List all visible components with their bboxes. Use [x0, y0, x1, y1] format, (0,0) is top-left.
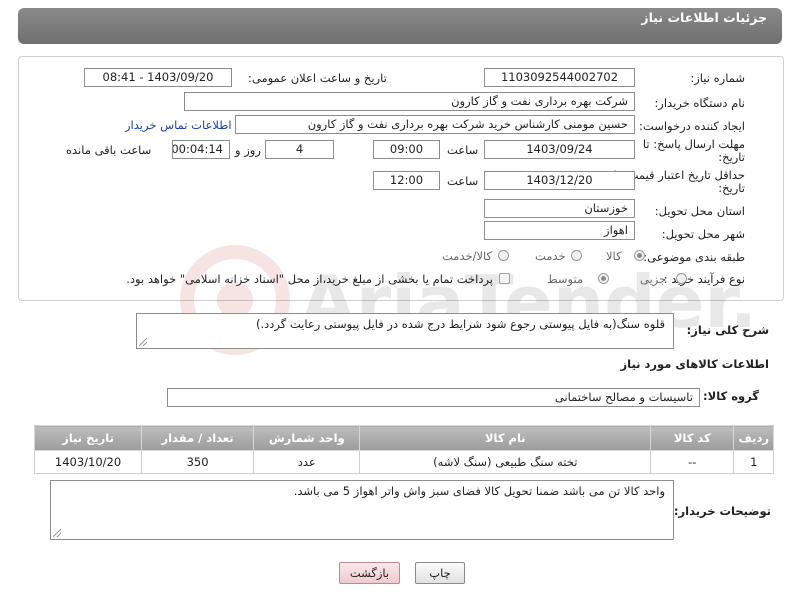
validity-time-field: 12:00	[373, 171, 440, 190]
process-medium-radio[interactable]	[598, 273, 609, 284]
time-remaining-label: ساعت باقی مانده	[66, 143, 152, 157]
treasury-payment-note: پرداخت تمام یا بخشی از مبلغ خرید،از محل …	[126, 272, 493, 286]
description-text: قلوه سنگ(به فایل پیوستی رجوع شود شرایط د…	[255, 317, 665, 331]
buyer-notes-text: واحد کالا تن می باشد ضمنا تحویل کالا فضا…	[293, 484, 665, 498]
need-number-field: 1103092544002702	[484, 68, 635, 87]
validity-date-label: تاریخ:	[718, 181, 745, 195]
goods-table: ردیف کد کالا نام کالا واحد شمارش تعداد /…	[33, 425, 774, 474]
back-button[interactable]: بازگشت	[339, 562, 400, 584]
category-goods-label: کالا	[606, 249, 622, 263]
goods-group-label: گروه کالا:	[703, 389, 759, 403]
deadline-time-label: ساعت	[447, 143, 479, 157]
col-name: نام کالا	[359, 425, 652, 451]
creator-field: حسین مومنی کارشناس خرید شرکت بهره برداری…	[235, 115, 635, 134]
deadline-date-field: 1403/09/24	[484, 140, 635, 159]
city-label: شهر محل تحویل:	[661, 227, 745, 241]
announce-label: تاریخ و ساعت اعلان عمومی:	[248, 71, 387, 85]
validity-date-field: 1403/12/20	[484, 171, 635, 190]
resize-grip-icon[interactable]	[53, 529, 61, 537]
category-goods-radio[interactable]	[634, 250, 645, 261]
creator-label: ایجاد کننده درخواست:	[639, 119, 745, 133]
announce-field: 1403/09/20 - 08:41	[84, 68, 232, 87]
process-minor-radio[interactable]	[676, 273, 687, 284]
goods-table-header: ردیف کد کالا نام کالا واحد شمارش تعداد /…	[33, 425, 774, 451]
days-remaining-field: 4	[265, 140, 334, 159]
cell-name: تخته سنگ طبیعی (سنگ لاشه)	[359, 450, 652, 474]
days-label: روز و	[235, 143, 261, 157]
deadline-label: مهلت ارسال پاسخ: تا	[642, 137, 745, 151]
cell-unit: عدد	[253, 450, 361, 474]
col-code: کد کالا	[650, 425, 735, 451]
province-label: استان محل تحویل:	[654, 204, 745, 218]
category-goods-service-radio[interactable]	[498, 250, 509, 261]
process-medium-label: متوسط	[547, 272, 584, 286]
buyer-org-field: شرکت بهره برداری نفت و گاز کارون	[184, 92, 635, 111]
goods-section-title: اطلاعات کالاهای مورد نیاز	[620, 357, 769, 371]
deadline-date-label: تاریخ:	[718, 150, 745, 164]
deadline-time-field: 09:00	[373, 140, 440, 159]
buyer-notes-textarea: واحد کالا تن می باشد ضمنا تحویل کالا فضا…	[50, 480, 674, 540]
category-service-label: خدمت	[535, 249, 566, 263]
col-unit: واحد شمارش	[253, 425, 361, 451]
province-field: خوزستان	[484, 199, 635, 218]
col-row: ردیف	[733, 425, 774, 451]
print-button[interactable]: چاپ	[415, 562, 465, 584]
category-label: طبقه بندی موضوعی:	[643, 250, 745, 264]
col-qty: تعداد / مقدار	[141, 425, 255, 451]
buyer-contact-link[interactable]: اطلاعات تماس خریدار	[125, 118, 232, 132]
col-date: تاریخ نیاز	[33, 425, 143, 451]
time-remaining-field: 00:04:14	[172, 140, 230, 159]
goods-group-field: تاسیسات و مصالح ساختمانی	[167, 388, 700, 407]
description-label: شرح کلی نیاز:	[686, 323, 769, 337]
buyer-org-label: نام دستگاه خریدار:	[654, 96, 745, 110]
category-goods-service-label: کالا/خدمت	[442, 249, 493, 263]
cell-code: --	[650, 450, 735, 474]
buyer-notes-label: توضیحات خریدار:	[673, 504, 771, 518]
treasury-payment-checkbox[interactable]	[499, 273, 510, 284]
need-number-label: شماره نیاز:	[690, 71, 745, 85]
process-minor-label: جزیی	[640, 272, 667, 286]
city-field: اهواز	[484, 221, 635, 240]
page-title: جزئیات اطلاعات نیاز	[641, 10, 767, 25]
cell-date: 1403/10/20	[33, 450, 143, 474]
validity-time-label: ساعت	[447, 174, 479, 188]
category-service-radio[interactable]	[571, 250, 582, 261]
description-textarea: قلوه سنگ(به فایل پیوستی رجوع شود شرایط د…	[136, 313, 674, 349]
resize-grip-icon[interactable]	[139, 338, 147, 346]
cell-row: 1	[733, 450, 774, 474]
table-row: 1 -- تخته سنگ طبیعی (سنگ لاشه) عدد 350 1…	[33, 450, 774, 474]
cell-qty: 350	[141, 450, 255, 474]
